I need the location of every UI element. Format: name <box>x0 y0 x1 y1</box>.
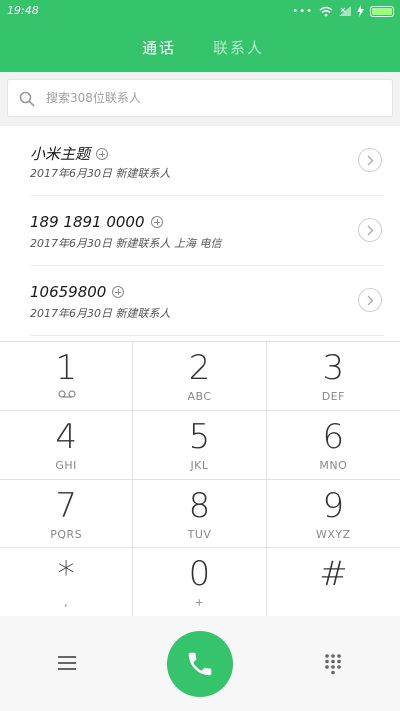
key-letters: MNO <box>319 458 348 472</box>
call-log-title: 189 1891 0000 <box>30 213 145 231</box>
call-log-list: 小米主题 2017年6月30日 新建联系人 189 1891 0000 2017… <box>0 126 400 341</box>
key-digit: # <box>319 554 348 595</box>
chevron-right-icon <box>367 155 374 166</box>
call-log-title: 小米主题 <box>30 145 91 163</box>
search-box[interactable] <box>7 79 393 117</box>
status-icons: ••• <box>292 4 394 18</box>
key-digit: 8 <box>188 485 211 526</box>
tab-contacts[interactable]: 联系人 <box>213 37 264 58</box>
signal-dots-icon: ••• <box>292 5 313 17</box>
key-digit: 7 <box>55 485 77 526</box>
key-letters: WXYZ <box>315 527 351 541</box>
tab-calls[interactable]: 通话 <box>142 37 176 58</box>
key-7[interactable]: 7 PQRS <box>0 479 134 549</box>
key-3[interactable]: 3 DEF <box>266 342 400 411</box>
call-log-title-wrap: 小米主题 <box>30 143 109 164</box>
key-letters: ABC <box>187 390 212 403</box>
key-2[interactable]: 2 ABC <box>133 342 267 411</box>
menu-icon[interactable] <box>58 655 76 671</box>
key-letters: PQRS <box>50 527 83 541</box>
no-sim-icon <box>339 6 351 16</box>
key-star[interactable]: * , <box>0 548 134 617</box>
detail-button[interactable] <box>358 288 382 312</box>
search-area <box>0 72 400 126</box>
bottom-action-bar <box>0 616 400 711</box>
battery-icon <box>370 5 394 17</box>
detail-button[interactable] <box>358 218 382 242</box>
search-icon <box>19 91 35 107</box>
key-letters: TUV <box>187 527 212 541</box>
key-digit: 2 <box>188 348 211 388</box>
key-digit: 3 <box>322 348 345 388</box>
key-6[interactable]: 6 MNO <box>266 411 400 480</box>
dial-keypad: 1 2 ABC 3 DEF 4 GHI 5 JKL 6 MNO 7 PQRS 8… <box>0 341 400 617</box>
call-log-subtitle: 2017年6月30日 新建联系人 <box>30 167 171 180</box>
key-digit: 9 <box>322 485 345 526</box>
plus-circle-icon <box>112 286 125 298</box>
key-letters: JKL <box>190 458 209 472</box>
header: 通话 联系人 <box>0 22 400 72</box>
phone-icon <box>188 652 212 676</box>
key-letters: , <box>64 596 69 610</box>
key-hash[interactable]: # <box>267 548 400 617</box>
key-9[interactable]: 9 WXYZ <box>266 480 400 549</box>
plus-circle-icon <box>96 147 109 160</box>
detail-button[interactable] <box>358 148 382 172</box>
charging-icon <box>357 5 364 17</box>
key-1[interactable]: 1 <box>0 342 134 411</box>
key-5[interactable]: 5 JKL <box>133 410 267 480</box>
key-digit: 6 <box>322 416 345 457</box>
status-bar: 19:48 ••• <box>0 0 400 22</box>
key-letters: + <box>194 596 205 610</box>
key-digit: 1 <box>55 348 77 388</box>
divider <box>30 335 384 336</box>
chevron-right-icon <box>367 295 374 306</box>
key-digit: 4 <box>55 416 77 457</box>
call-log-title: 10659800 <box>30 283 107 301</box>
plus-circle-icon <box>150 216 163 228</box>
key-digit: 0 <box>188 554 211 595</box>
key-letters: GHI <box>55 458 77 472</box>
call-log-subtitle: 2017年6月30日 新建联系人 上海 电信 <box>30 237 222 250</box>
key-0[interactable]: 0 + <box>133 548 267 617</box>
call-log-row[interactable]: 小米主题 2017年6月30日 新建联系人 <box>0 126 400 196</box>
status-time: 19:48 <box>7 4 39 17</box>
wifi-icon <box>319 6 333 16</box>
key-digit: * <box>57 554 75 595</box>
key-digit: 5 <box>188 416 211 457</box>
chevron-right-icon <box>367 225 374 236</box>
search-input[interactable] <box>46 80 376 116</box>
key-letters: DEF <box>321 390 345 403</box>
key-8[interactable]: 8 TUV <box>133 479 267 549</box>
dialpad-icon[interactable] <box>324 653 342 675</box>
call-button[interactable] <box>167 631 233 697</box>
call-log-subtitle: 2017年6月30日 新建联系人 <box>30 307 171 320</box>
voicemail-icon <box>58 390 76 398</box>
call-log-title-wrap: 10659800 <box>30 283 125 301</box>
call-log-row[interactable]: 189 1891 0000 2017年6月30日 新建联系人 上海 电信 <box>0 196 400 266</box>
call-log-title-wrap: 189 1891 0000 <box>30 213 163 231</box>
call-log-row[interactable]: 10659800 2017年6月30日 新建联系人 <box>0 266 400 336</box>
key-4[interactable]: 4 GHI <box>0 410 134 480</box>
